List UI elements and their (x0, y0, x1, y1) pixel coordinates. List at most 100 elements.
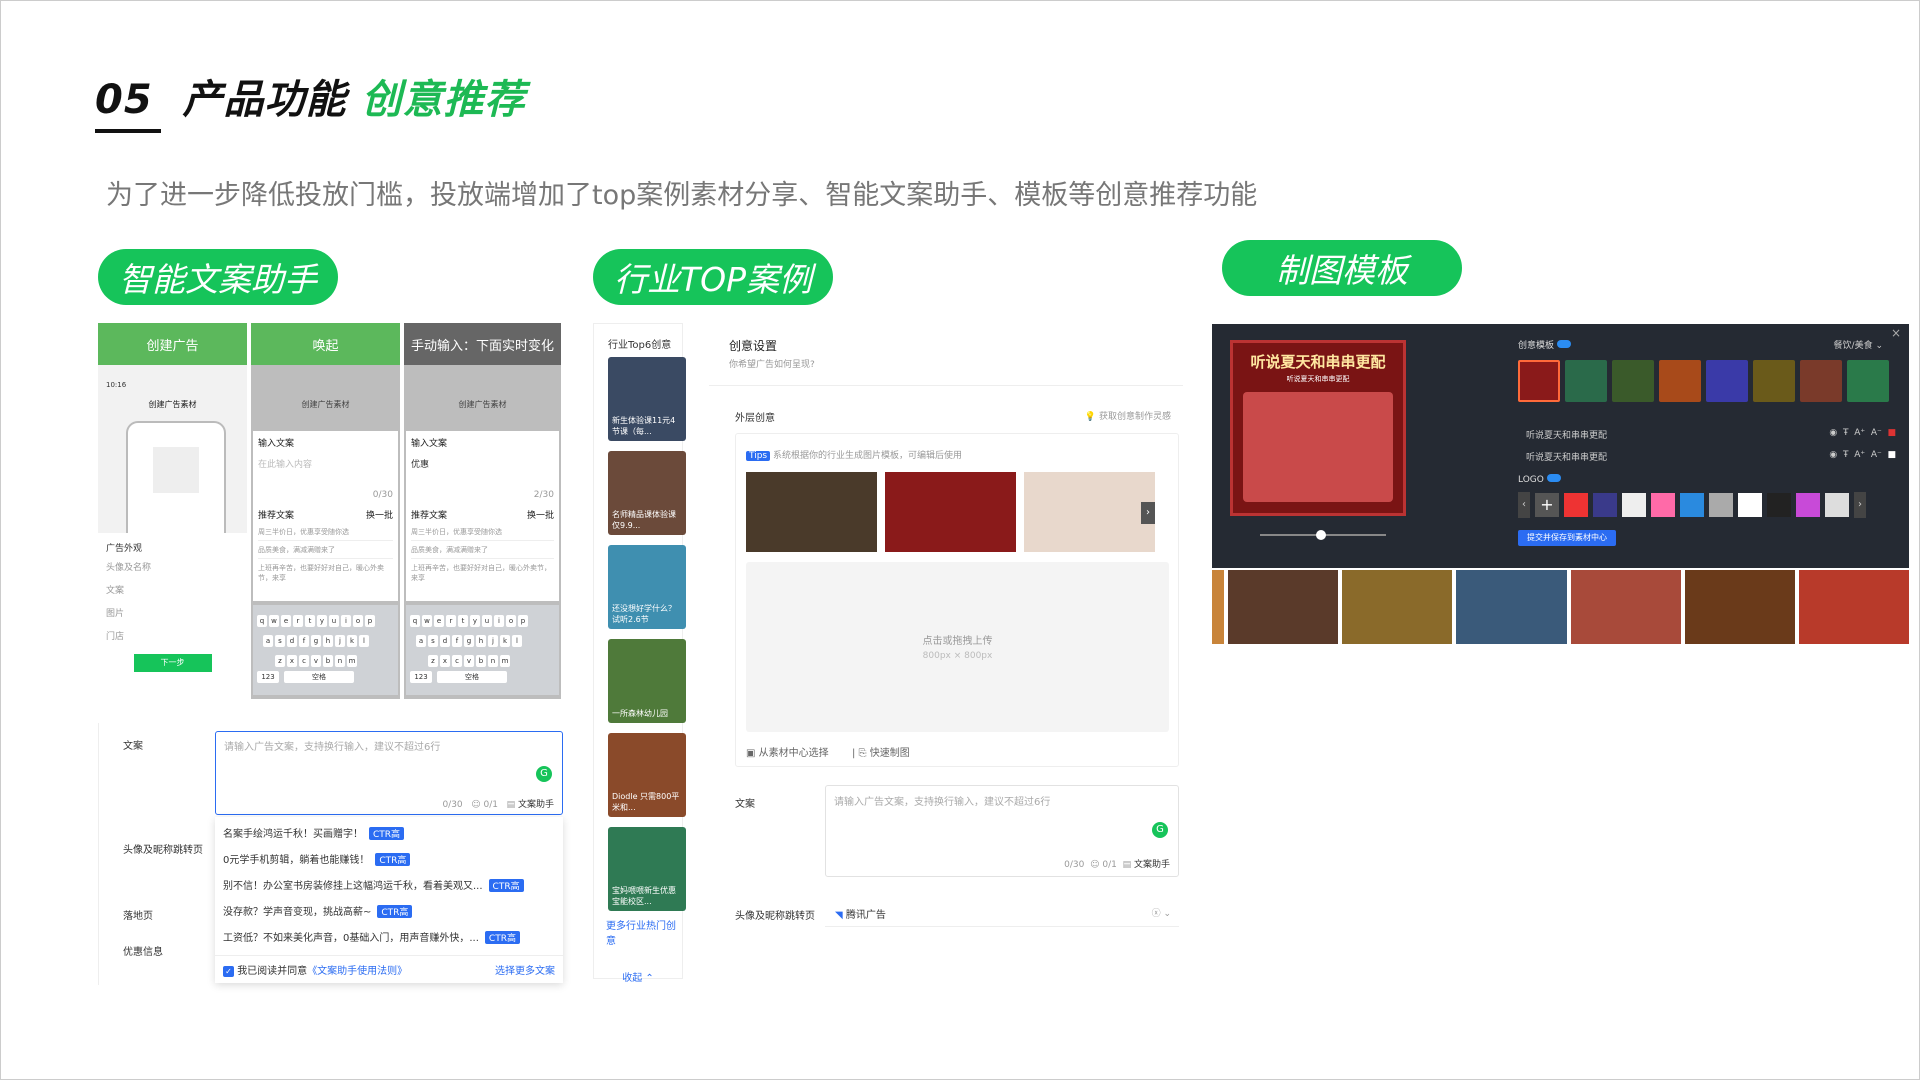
zoom-slider[interactable] (1260, 530, 1386, 540)
input-field[interactable]: 在此输入内容 (258, 457, 393, 470)
suggestion-item[interactable]: 工资低？不如来美化声音，0基础入门，用声音赚外快，... CTR高 (223, 929, 555, 955)
rec-label: 推荐文案 (258, 511, 295, 521)
food-image[interactable] (1342, 570, 1453, 644)
food-image[interactable] (1570, 570, 1681, 644)
agree-checkbox[interactable]: ✓ (223, 966, 234, 977)
collapse-button[interactable]: 收起 ⌃ (594, 969, 682, 984)
more-cases-link[interactable]: 更多行业热门创意 (594, 917, 682, 947)
input-field[interactable]: 优惠 (411, 457, 554, 470)
template-swatch[interactable] (1659, 360, 1701, 402)
refresh-link[interactable]: 换一批 (366, 508, 393, 521)
case-card[interactable]: 宝妈喂喂新生优惠 宝能校区... (608, 827, 686, 911)
case-card[interactable]: 新生体验课11元4节课（每... (608, 357, 686, 441)
suggestion-item[interactable]: 名案手绘鸿运千秋！买画赠字！ CTR高 (223, 825, 555, 851)
quick-make-button[interactable]: | ⎘ 快速制图 (852, 744, 910, 759)
form-item[interactable]: 图片 (106, 606, 239, 619)
num-key[interactable]: 123 (257, 671, 279, 683)
case-card[interactable]: 名师精品课体验课 仅9.9... (608, 451, 686, 535)
more-copy-link[interactable]: 选择更多文案 (495, 962, 555, 977)
form-item[interactable]: 文案 (106, 583, 239, 596)
logo-option[interactable] (1593, 493, 1617, 517)
upload-area[interactable]: 点击或拖拽上传 800px × 800px (746, 562, 1169, 732)
save-to-library-button[interactable]: 提交并保存到素材中心 (1518, 530, 1616, 546)
emoji-icon[interactable]: ☺ (471, 800, 480, 810)
brand-logo-icon: ◥ (835, 910, 843, 921)
template-swatch[interactable] (1612, 360, 1654, 402)
logo-option[interactable] (1622, 493, 1646, 517)
title-highlight: 创意推荐 (361, 77, 526, 123)
template-image[interactable] (1024, 472, 1155, 552)
food-image[interactable] (1798, 570, 1910, 644)
keyboard[interactable]: qwertyuiop asdfghjkl zxcvbnm 123 空格 (406, 605, 559, 695)
template-swatch[interactable] (1753, 360, 1795, 402)
copy-textarea[interactable]: 请输入广告文案，支持换行输入，建议不超过6行 G 0/30 ☺ 0/1 ▤ 文案… (825, 785, 1179, 877)
food-image[interactable] (1684, 570, 1795, 644)
text-layer-row[interactable]: 听说夏天和串串更配 ◉ Ŧ A⁺ A⁻ ■ (1526, 428, 1896, 441)
form-item[interactable]: 门店 (106, 629, 239, 642)
template-image[interactable] (885, 472, 1016, 552)
rec-line[interactable]: 品质美食，满减满赠来了 (258, 545, 393, 559)
form-item[interactable]: 头像及名称 (106, 560, 239, 573)
rec-line[interactable]: 品质美食，满减满赠来了 (411, 545, 554, 559)
add-logo-icon[interactable]: + (1535, 493, 1559, 517)
suggestion-item[interactable]: 没存款？学声音变现，挑战高薪~ CTR高 (223, 903, 555, 929)
template-toggle-row[interactable]: 创意模板 (1518, 338, 1571, 351)
logo-option[interactable] (1825, 493, 1849, 517)
library-button[interactable]: ▣ 从素材中心选择 (746, 744, 829, 759)
rec-line[interactable]: 上班再辛苦，也要好好对自己，暖心外卖节，来享 (258, 563, 393, 583)
logo-option[interactable] (1680, 493, 1704, 517)
food-image[interactable] (1456, 570, 1567, 644)
suggestion-dropdown: 名案手绘鸿运千秋！买画赠字！ CTR高 0元学手机剪辑，躺着也能赚钱！ CTR高 别… (215, 817, 563, 983)
food-image[interactable] (1228, 570, 1339, 644)
space-key[interactable]: 空格 (437, 671, 507, 683)
template-image[interactable] (746, 472, 877, 552)
template-swatch[interactable] (1847, 360, 1889, 402)
settings-subtitle: 你希望广告如何呈现? (729, 360, 815, 370)
next-button[interactable]: 下一步 (133, 654, 212, 672)
chevron-right-icon[interactable]: › (1141, 502, 1155, 524)
chevron-left-icon[interactable]: ‹ (1518, 492, 1530, 518)
suggestion-item[interactable]: 0元学手机剪辑，躺着也能赚钱！ CTR高 (223, 851, 555, 877)
text-layer-row[interactable]: 听说夏天和串串更配 ◉ Ŧ A⁺ A⁻ ■ (1526, 450, 1896, 463)
template-swatch[interactable] (1518, 360, 1560, 402)
poster-title: 听说夏天和串串更配 (1250, 353, 1386, 371)
emoji-icon[interactable]: ☺ (1090, 860, 1099, 870)
case-card[interactable]: Diodle 只需800平米和... (608, 733, 686, 817)
logo-option[interactable] (1738, 493, 1762, 517)
logo-option[interactable] (1796, 493, 1820, 517)
case-card[interactable]: 还没想好学什么？试听2.6节 (608, 545, 686, 629)
settings-title: 创意设置 (729, 339, 778, 353)
food-image[interactable] (1212, 570, 1224, 644)
rec-line[interactable]: 上班再辛苦，也要好好对自己，暖心外卖节，来享 (411, 563, 554, 583)
step-label: 创建广告 (98, 323, 247, 365)
num-key[interactable]: 123 (410, 671, 432, 683)
rec-line[interactable]: 周三半价日，优惠享受随你选 (411, 527, 554, 541)
logo-option[interactable] (1709, 493, 1733, 517)
poster-preview[interactable]: 听说夏天和串串更配 听说夏天和串串更配 (1230, 340, 1406, 516)
copy-assistant-button[interactable]: 文案助手 (1134, 860, 1170, 870)
copy-textarea[interactable]: 请输入广告文案，支持换行输入，建议不超过6行 G 0/30 ☺ 0/1 ▤ 文案… (215, 731, 563, 815)
template-swatch[interactable] (1565, 360, 1607, 402)
logo-option[interactable] (1564, 493, 1588, 517)
close-icon[interactable]: × (1891, 326, 1901, 340)
sidebar-title: 行业Top6创意 (608, 340, 672, 351)
logo-toggle-row[interactable]: LOGO (1518, 474, 1561, 485)
inspire-link[interactable]: 💡 获取创意制作灵感 (1085, 409, 1171, 422)
rec-line[interactable]: 周三半价日，优惠享受随你选 (258, 527, 393, 541)
suggestion-item[interactable]: 别不信！办公室书房装修挂上这幅鸿运千秋，看着美观又... CTR高 (223, 877, 555, 903)
category-select[interactable]: 餐饮/美食 ⌄ (1834, 338, 1883, 351)
template-swatch[interactable] (1706, 360, 1748, 402)
top-sidebar: 行业Top6创意 新生体验课11元4节课（每... 名师精品课体验课 仅9.9.… (593, 323, 686, 984)
refresh-link[interactable]: 换一批 (527, 508, 554, 521)
brand-select[interactable]: ◥ 腾讯广告 ⓧ ⌄ (825, 899, 1179, 927)
chevron-right-icon[interactable]: › (1854, 492, 1866, 518)
template-swatch[interactable] (1800, 360, 1842, 402)
keyboard[interactable]: qwertyuiop asdfghjkl zxcvbnm 123 空格 (253, 605, 398, 695)
logo-option[interactable] (1651, 493, 1675, 517)
agree-link[interactable]: 《文案助手使用法则》 (307, 966, 407, 977)
logo-option[interactable] (1767, 493, 1791, 517)
case-card[interactable]: 一所森林幼儿园 (608, 639, 686, 723)
logo-strip: ‹ + › (1518, 492, 1866, 518)
space-key[interactable]: 空格 (284, 671, 354, 683)
copy-assistant-button[interactable]: 文案助手 (518, 800, 554, 810)
